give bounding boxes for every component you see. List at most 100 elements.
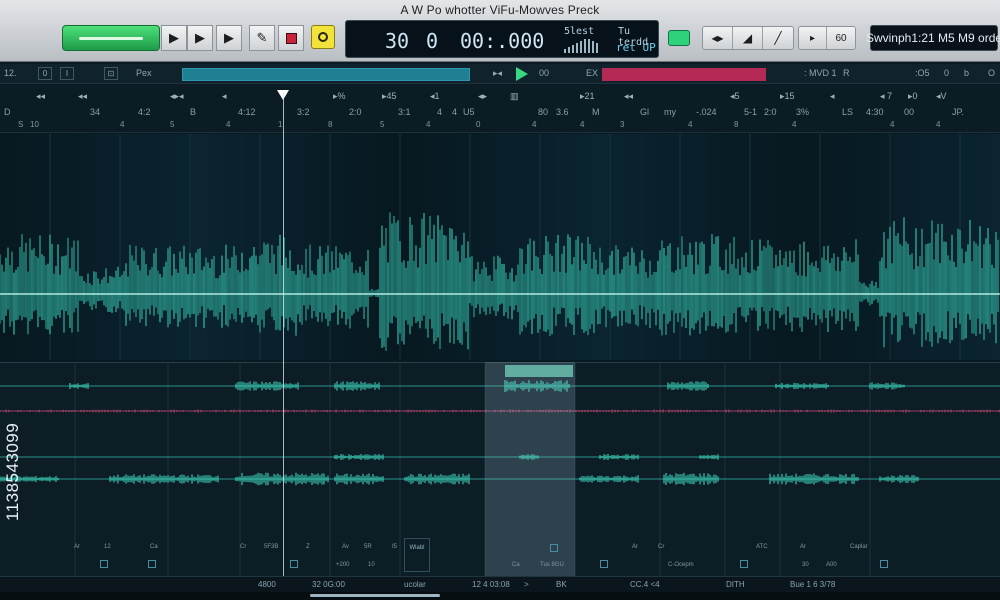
playhead-line[interactable] xyxy=(283,92,284,600)
channel-toggle-icon[interactable] xyxy=(100,560,108,568)
side-watermark-id: 1138543099 xyxy=(3,422,22,522)
ruler-tick-label: -.024 xyxy=(696,107,717,117)
play-button[interactable]: ▶ xyxy=(161,25,187,51)
status-position: 4800 xyxy=(258,580,276,589)
ruler-tick-label: 3:1 xyxy=(398,107,411,117)
record-icon xyxy=(285,32,297,44)
ruler-tick-label: 3:2 xyxy=(297,107,310,117)
zoom-level-button[interactable]: 60 xyxy=(827,27,855,49)
time-readout: 00:.000 xyxy=(460,29,545,53)
ruler-icon[interactable]: ▥ xyxy=(510,91,519,102)
subruler-label: 8 xyxy=(734,120,739,129)
ruler-icon[interactable]: ◂ xyxy=(830,91,835,102)
r-label: R xyxy=(843,68,850,78)
channel-toggle-icon[interactable] xyxy=(148,560,156,568)
status-bar: 4800 32 0G:00 ucolar 12 4 03:08 > BK CC.… xyxy=(0,576,1000,592)
ruler-icon[interactable]: ▸0 xyxy=(908,91,918,102)
waveform-mode-button[interactable] xyxy=(62,25,160,51)
channel-toggle-icon[interactable] xyxy=(290,560,298,568)
ruler-tick-label: LS xyxy=(842,107,854,117)
loop-range-bar[interactable] xyxy=(602,68,766,81)
control-label: 30 xyxy=(802,562,809,568)
trim-tool-icon[interactable]: ◂▸ xyxy=(703,27,733,49)
ruler-tick-label: M xyxy=(592,107,600,117)
play-icon[interactable] xyxy=(516,67,528,81)
ruler-icon[interactable]: ▸% xyxy=(333,91,346,102)
channel-label: ATC xyxy=(756,544,768,550)
pencil-tool-button[interactable]: ✎ xyxy=(249,25,275,51)
grid-button[interactable]: I xyxy=(60,67,74,80)
ruler-tick-label: 80 xyxy=(538,107,549,117)
scrollbar-thumb[interactable] xyxy=(310,594,440,597)
channel-toggle-icon[interactable] xyxy=(880,560,888,568)
channel-label: Cr xyxy=(240,544,247,550)
screen-button[interactable]: ⊡ xyxy=(104,67,118,80)
ruler-icon[interactable]: ◂◂ xyxy=(36,91,45,102)
subruler-label: 4 xyxy=(426,120,431,129)
channel-button[interactable]: Wlabl xyxy=(404,538,430,572)
ruler-icon[interactable]: ◂▸ xyxy=(478,91,487,102)
beats-readout: 0 xyxy=(426,29,439,53)
ruler-tick-label: Gl xyxy=(640,107,649,117)
mvd-label: : MVD 1 xyxy=(804,68,837,78)
ruler-icon[interactable]: ◂V xyxy=(936,91,947,102)
ruler-tick-label: 4 xyxy=(437,107,443,117)
ruler-icon[interactable]: ▸45 xyxy=(382,91,397,102)
ruler-tick-label: 2:0 xyxy=(349,107,362,117)
selection-range-bar[interactable] xyxy=(182,68,470,81)
record-button[interactable] xyxy=(278,25,304,51)
ruler-icon[interactable]: ◂◂ xyxy=(78,91,87,102)
subruler-label: 4 xyxy=(688,120,693,129)
transport-bar: A W Po whotter ViFu-Mowves Preck ▶ ▶ ▶ ✎… xyxy=(0,0,1000,62)
ruler-icon[interactable]: ◂5 xyxy=(730,91,740,102)
ruler-icon[interactable]: ▸21 xyxy=(580,91,595,102)
ruler-tick-label: B xyxy=(190,107,197,117)
edit-tool-group: ◂▸ ◢ ╱ xyxy=(702,26,794,50)
rewind-icon[interactable]: ▸◂ xyxy=(493,68,502,79)
horizontal-scrollbar[interactable] xyxy=(0,592,1000,600)
ruler-icon[interactable]: ▸15 xyxy=(780,91,795,102)
status-field: 32 0G:00 xyxy=(312,580,345,589)
ruler-icon[interactable]: ◂1 xyxy=(430,91,440,102)
subruler-label: 8 xyxy=(328,120,333,129)
channel-toggle-icon[interactable] xyxy=(600,560,608,568)
metronome-button[interactable] xyxy=(311,25,335,49)
subruler-label: 5 xyxy=(170,120,175,129)
mode-label: ret UP xyxy=(616,41,656,54)
zoom-label: 12. xyxy=(4,68,17,78)
cursor-tool-icon[interactable]: ▸ xyxy=(799,27,827,49)
play-loop-button[interactable]: ▶ xyxy=(216,25,242,51)
ruler-icon[interactable]: ◂◂ xyxy=(624,91,633,102)
window-title: A W Po whotter ViFu-Mowves Preck xyxy=(400,3,600,17)
channel-label: Ar xyxy=(632,544,638,550)
bars-readout: 30 xyxy=(385,29,410,53)
ex-label: EX xyxy=(586,68,599,78)
time-display: 30 0 00:.000 5lest Tu terdd ret UP xyxy=(345,20,659,58)
channel-toggle-icon[interactable] xyxy=(550,544,558,552)
snap-button[interactable]: 0 xyxy=(38,67,52,80)
status-field: 12 4 03:08 xyxy=(472,580,510,589)
subruler-label: 4 xyxy=(120,120,125,129)
signature-label: 5lest xyxy=(564,26,595,37)
project-info-display: Swvinph1:21 M5 M9 orde xyxy=(866,25,1000,51)
ruler-tick-label: 34 xyxy=(90,107,101,117)
ruler-icon[interactable]: ◂ 7 xyxy=(880,91,892,102)
status-field: BK xyxy=(556,580,567,589)
ruler-tick-label: 4:2 xyxy=(138,107,151,117)
main-waveform-track[interactable] xyxy=(0,134,1000,360)
subruler-label: 5 xyxy=(380,120,385,129)
subruler-label: 10 xyxy=(30,120,39,129)
ruler-icon[interactable]: ◂ xyxy=(222,91,227,102)
status-field: CC.4 <4 xyxy=(630,580,660,589)
monitor-toggle[interactable] xyxy=(668,30,690,46)
fade-tool-icon[interactable]: ◢ xyxy=(733,27,763,49)
play-selection-button[interactable]: ▶ xyxy=(187,25,213,51)
time-selection[interactable] xyxy=(485,362,575,576)
o-label: O xyxy=(988,68,996,78)
draw-tool-icon[interactable]: ╱ xyxy=(763,27,793,49)
channel-toggle-icon[interactable] xyxy=(740,560,748,568)
selection-clip[interactable] xyxy=(505,365,573,377)
ruler-icons-row: ◂◂ ◂◂ ◂▸◂ ◂ ▸% ▸45 ◂1 ◂▸ ▥ ▸21 ◂◂ ◂5 ▸15… xyxy=(0,85,1000,107)
ruler-icon[interactable]: ◂▸◂ xyxy=(170,91,184,102)
ruler-tick-label: 4 xyxy=(452,107,458,117)
